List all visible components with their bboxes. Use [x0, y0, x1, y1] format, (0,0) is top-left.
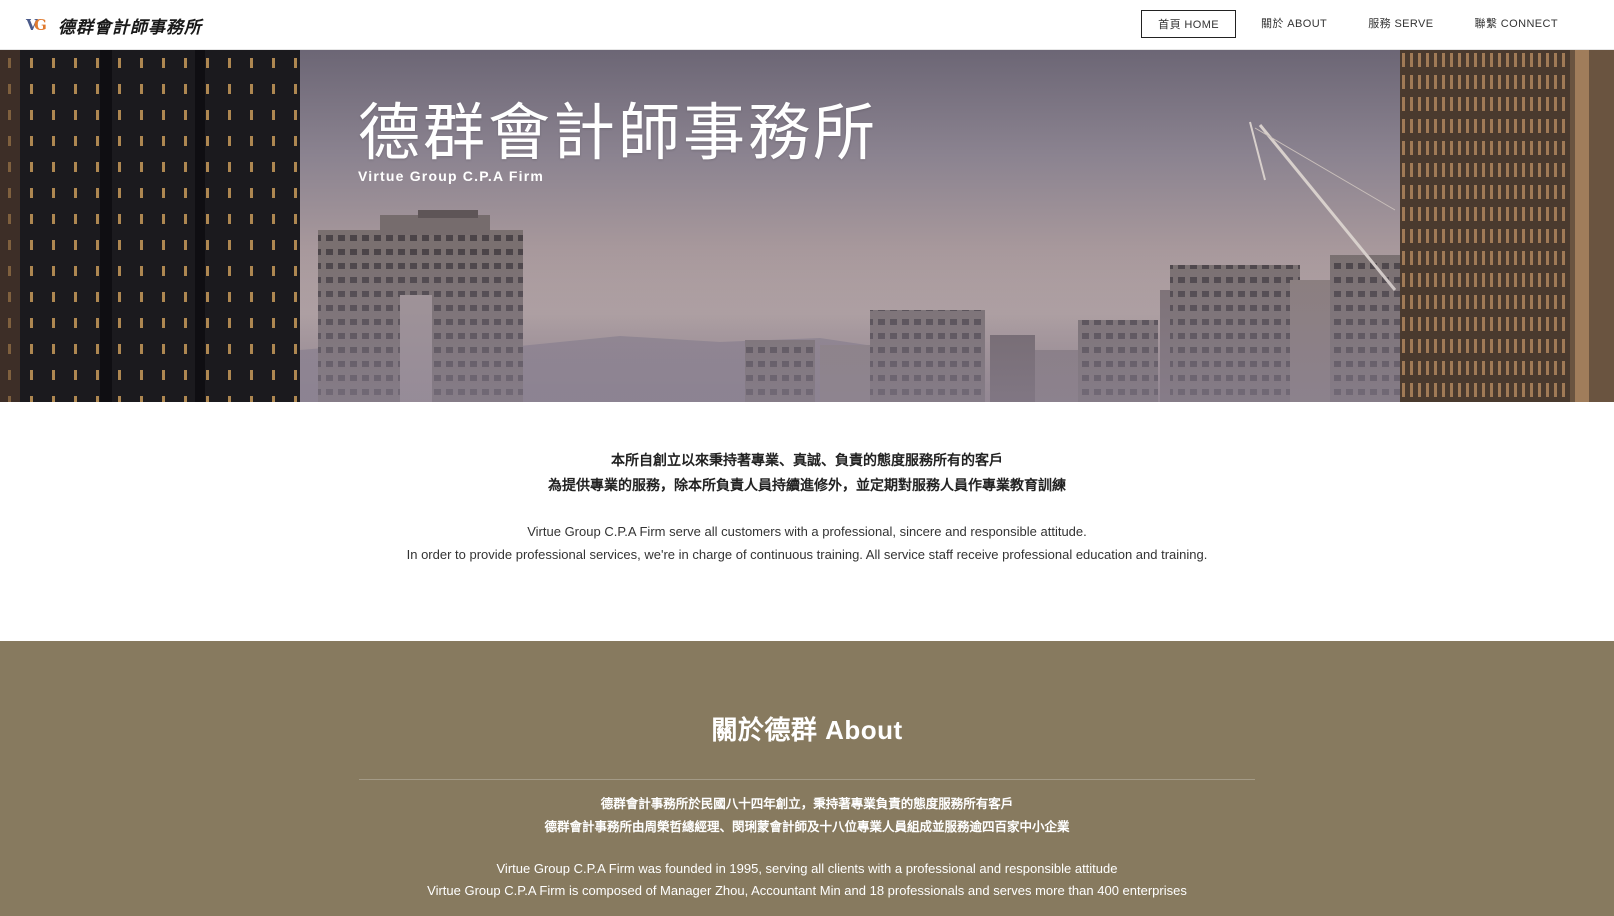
nav-connect[interactable]: 聯繫 CONNECT [1459, 10, 1574, 38]
nav-serve[interactable]: 服務 SERVE [1352, 10, 1449, 38]
site-logo[interactable]: V G 德群會計師事務所 [26, 12, 202, 38]
about-en-line-1: Virtue Group C.P.A Firm was founded in 1… [496, 861, 1118, 876]
nav-home[interactable]: 首頁 HOME [1141, 10, 1237, 38]
intro-en-line-1: Virtue Group C.P.A Firm serve all custom… [527, 524, 1087, 539]
about-title: 關於德群 About [711, 715, 903, 745]
about-divider [359, 779, 1255, 780]
intro-en-line-2: In order to provide professional service… [406, 547, 1208, 562]
hero-subtitle: Virtue Group C.P.A Firm [358, 168, 545, 184]
hero-banner: 德群會計師事務所 Virtue Group C.P.A Firm [0, 50, 1614, 402]
hero-title: 德群會計師事務所 [358, 96, 879, 169]
about-zh-line-2: 德群會計事務所由周榮哲總經理、閔琍蒙會計師及十八位專業人員組成並服務逾四百家中小… [544, 819, 1070, 834]
nav-about[interactable]: 關於 ABOUT [1245, 10, 1343, 38]
intro-zh-line-2: 為提供專業的服務，除本所負責人員持續進修外，並定期對服務人員作專業教育訓練 [548, 478, 1066, 494]
logo-mark-icon: V G [26, 16, 47, 34]
site-header: V G 德群會計師事務所 首頁 HOME 關於 ABOUT 服務 SERVE 聯… [0, 0, 1614, 50]
about-zh-line-1: 德群會計事務所於民國八十四年創立，秉持著專業負責的態度服務所有客戶 [600, 796, 1014, 811]
logo-text: 德群會計師事務所 [58, 17, 202, 38]
intro-zh-line-1: 本所自創立以來秉持著專業、真誠、負責的態度服務所有的客戶 [611, 453, 1003, 469]
about-section: 關於德群 About 德群會計事務所於民國八十四年創立，秉持著專業負責的態度服務… [0, 641, 1614, 916]
about-en-line-2: Virtue Group C.P.A Firm is composed of M… [427, 883, 1187, 898]
intro-section: 本所自創立以來秉持著專業、真誠、負責的態度服務所有的客戶 為提供專業的服務，除本… [0, 402, 1614, 641]
left-tower [0, 50, 300, 402]
main-nav: 首頁 HOME 關於 ABOUT 服務 SERVE 聯繫 CONNECT [1132, 10, 1574, 38]
